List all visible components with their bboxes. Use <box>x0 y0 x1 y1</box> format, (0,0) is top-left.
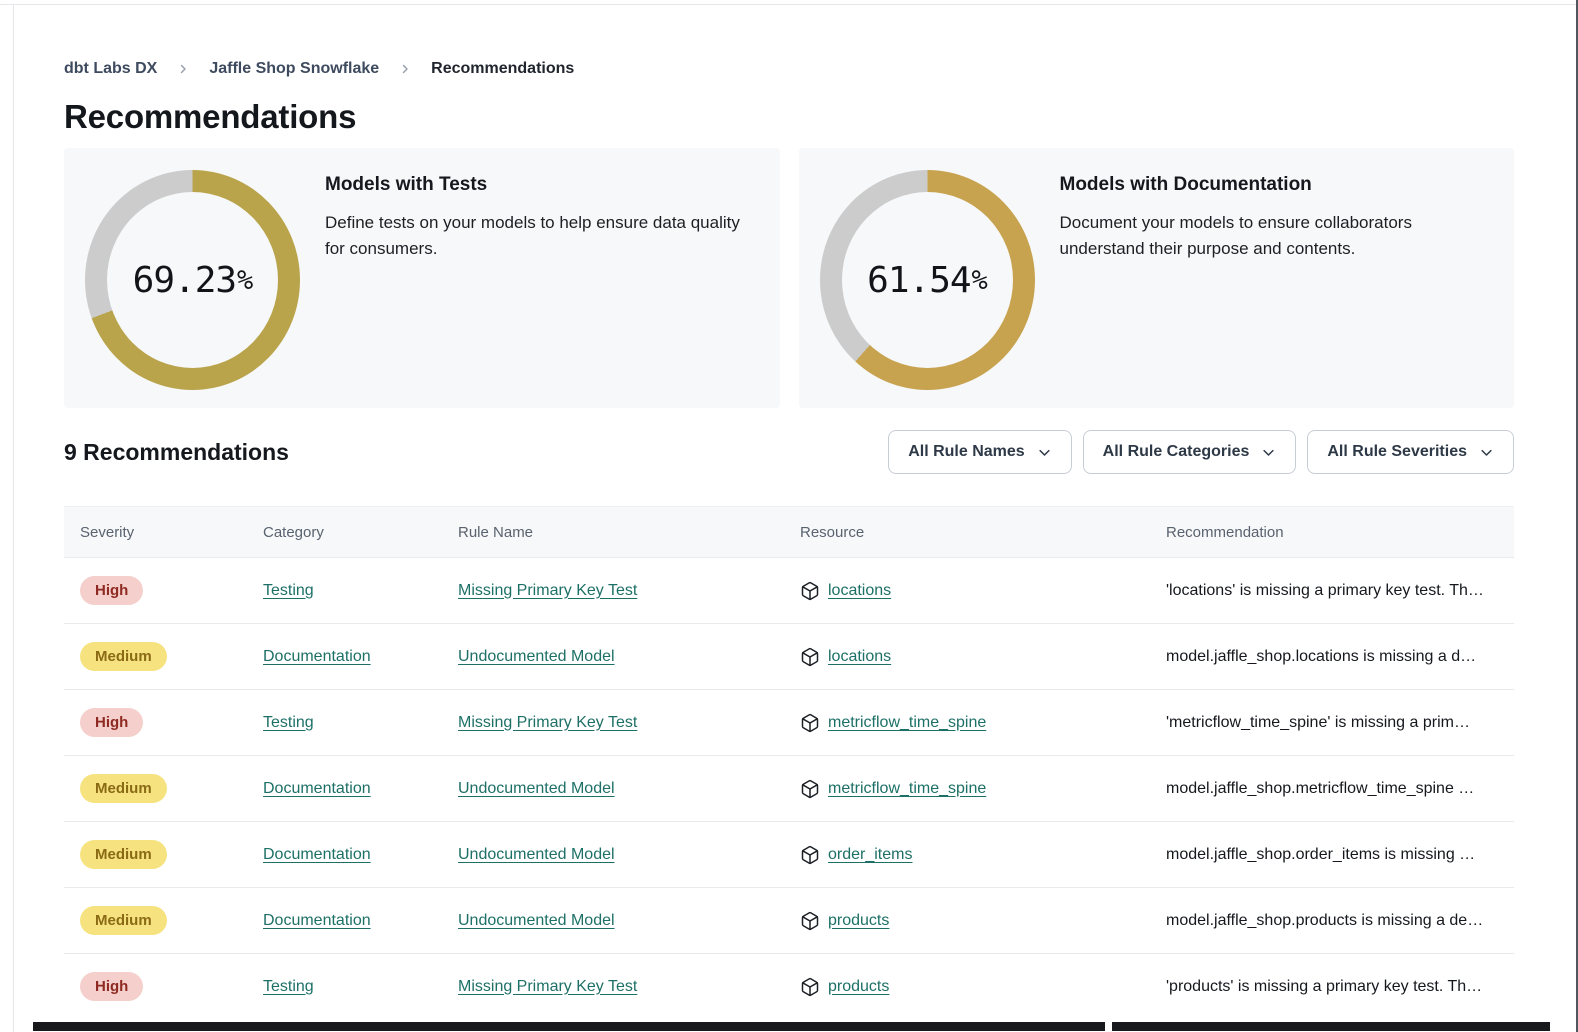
recommendations-table: Severity Category Rule Name Resource Rec… <box>64 506 1514 1019</box>
breadcrumb-item-project[interactable]: Jaffle Shop Snowflake <box>209 60 379 78</box>
donut-percent-label: 69.23% <box>85 170 300 390</box>
table-row: High Testing Missing Primary Key Test produ… <box>64 953 1514 1019</box>
recommendation-text: model.jaffle_shop.locations is missing a… <box>1166 648 1514 666</box>
resource-link[interactable]: metricflow_time_spine <box>828 780 986 798</box>
recommendations-count-heading: 9 Recommendations <box>64 439 289 466</box>
resource-link[interactable]: order_items <box>828 846 912 864</box>
category-link[interactable]: Documentation <box>263 912 371 929</box>
clipped-content-bar <box>1112 1022 1550 1031</box>
rule-name-link[interactable]: Missing Primary Key Test <box>458 978 637 995</box>
resource-link[interactable]: products <box>828 912 889 930</box>
column-header-resource: Resource <box>784 524 1150 541</box>
table-row: High Testing Missing Primary Key Test locat… <box>64 557 1514 623</box>
donut-chart: 69.23% <box>85 170 300 390</box>
filter-rule-severities[interactable]: All Rule Severities <box>1307 430 1514 474</box>
column-header-severity: Severity <box>64 524 247 541</box>
chevron-down-icon <box>1261 445 1276 460</box>
metric-cards: 69.23% Models with Tests Define tests on… <box>64 148 1514 408</box>
table-row: Medium Documentation Undocumented Model loc… <box>64 623 1514 689</box>
metric-card-documentation: 61.54% Models with Documentation Documen… <box>799 148 1515 408</box>
table-body: High Testing Missing Primary Key Test locat… <box>64 557 1514 1019</box>
severity-badge: Medium <box>80 642 167 671</box>
table-row: Medium Documentation Undocumented Model met… <box>64 755 1514 821</box>
card-title: Models with Tests <box>325 174 760 196</box>
breadcrumb-item-account[interactable]: dbt Labs DX <box>64 60 157 78</box>
rule-name-link[interactable]: Missing Primary Key Test <box>458 582 637 599</box>
frame-border-left <box>13 5 14 1032</box>
recommendation-text: model.jaffle_shop.products is missing a … <box>1166 912 1514 930</box>
severity-badge: High <box>80 576 143 605</box>
card-title: Models with Documentation <box>1060 174 1495 196</box>
breadcrumb-item-current: Recommendations <box>431 60 574 78</box>
chevron-down-icon <box>1037 445 1052 460</box>
breadcrumb: dbt Labs DX Jaffle Shop Snowflake Recomm… <box>64 60 1514 78</box>
resource-link[interactable]: locations <box>828 582 891 600</box>
filter-rule-names[interactable]: All Rule Names <box>888 430 1071 474</box>
table-row: High Testing Missing Primary Key Test metri… <box>64 689 1514 755</box>
donut-chart: 61.54% <box>820 170 1035 390</box>
cube-icon <box>800 779 820 799</box>
column-header-rule-name: Rule Name <box>442 524 784 541</box>
chevron-down-icon <box>1479 445 1494 460</box>
main-content: dbt Labs DX Jaffle Shop Snowflake Recomm… <box>64 0 1514 1019</box>
chevron-right-icon <box>399 63 411 75</box>
cube-icon <box>800 845 820 865</box>
category-link[interactable]: Documentation <box>263 846 371 863</box>
severity-badge: High <box>80 708 143 737</box>
cube-icon <box>800 977 820 997</box>
resource-link[interactable]: locations <box>828 648 891 666</box>
resource-link[interactable]: metricflow_time_spine <box>828 714 986 732</box>
clipped-content-bar <box>33 1022 1105 1031</box>
rule-name-link[interactable]: Undocumented Model <box>458 846 615 863</box>
recommendation-text: model.jaffle_shop.metricflow_time_spine … <box>1166 780 1514 798</box>
cube-icon <box>800 581 820 601</box>
filter-rule-categories[interactable]: All Rule Categories <box>1083 430 1297 474</box>
severity-badge: Medium <box>80 840 167 869</box>
chevron-right-icon <box>177 63 189 75</box>
category-link[interactable]: Testing <box>263 978 314 995</box>
cube-icon <box>800 911 820 931</box>
cube-icon <box>800 647 820 667</box>
rule-name-link[interactable]: Missing Primary Key Test <box>458 714 637 731</box>
resource-link[interactable]: products <box>828 978 889 996</box>
rule-name-link[interactable]: Undocumented Model <box>458 648 615 665</box>
severity-badge: High <box>80 972 143 1001</box>
rule-name-link[interactable]: Undocumented Model <box>458 912 615 929</box>
category-link[interactable]: Documentation <box>263 780 371 797</box>
table-header: Severity Category Rule Name Resource Rec… <box>64 507 1514 557</box>
recommendation-text: 'products' is missing a primary key test… <box>1166 978 1514 996</box>
column-header-category: Category <box>247 524 442 541</box>
table-row: Medium Documentation Undocumented Model ord… <box>64 821 1514 887</box>
severity-badge: Medium <box>80 774 167 803</box>
rule-name-link[interactable]: Undocumented Model <box>458 780 615 797</box>
recommendation-text: 'locations' is missing a primary key tes… <box>1166 582 1514 600</box>
metric-card-tests: 69.23% Models with Tests Define tests on… <box>64 148 780 408</box>
cube-icon <box>800 713 820 733</box>
card-description: Document your models to ensure collabora… <box>1060 210 1432 262</box>
column-header-recommendation: Recommendation <box>1150 524 1514 541</box>
donut-percent-label: 61.54% <box>820 170 1035 390</box>
severity-badge: Medium <box>80 906 167 935</box>
category-link[interactable]: Testing <box>263 714 314 731</box>
filter-bar: All Rule Names All Rule Categories All R… <box>888 430 1514 474</box>
category-link[interactable]: Documentation <box>263 648 371 665</box>
card-description: Define tests on your models to help ensu… <box>325 210 760 262</box>
recommendation-text: model.jaffle_shop.order_items is missing… <box>1166 846 1514 864</box>
recommendation-text: 'metricflow_time_spine' is missing a pri… <box>1166 714 1514 732</box>
page-title: Recommendations <box>64 98 1514 136</box>
category-link[interactable]: Testing <box>263 582 314 599</box>
table-row: Medium Documentation Undocumented Model pro… <box>64 887 1514 953</box>
